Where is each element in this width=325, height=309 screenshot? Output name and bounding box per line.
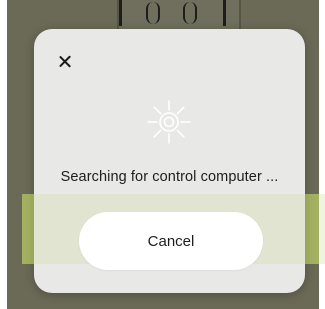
background-squiggle-right: [183, 2, 197, 24]
searching-dialog: Searching for control computer ... Cance…: [22, 29, 325, 293]
background-squiggle-left: [146, 2, 160, 24]
searching-sun-icon: [146, 99, 192, 145]
background-line-left: [119, 0, 122, 26]
close-icon[interactable]: [54, 51, 76, 73]
status-message: Searching for control computer ...: [60, 169, 279, 185]
background-line-right: [223, 0, 226, 26]
cancel-button[interactable]: Cancel: [79, 212, 263, 270]
